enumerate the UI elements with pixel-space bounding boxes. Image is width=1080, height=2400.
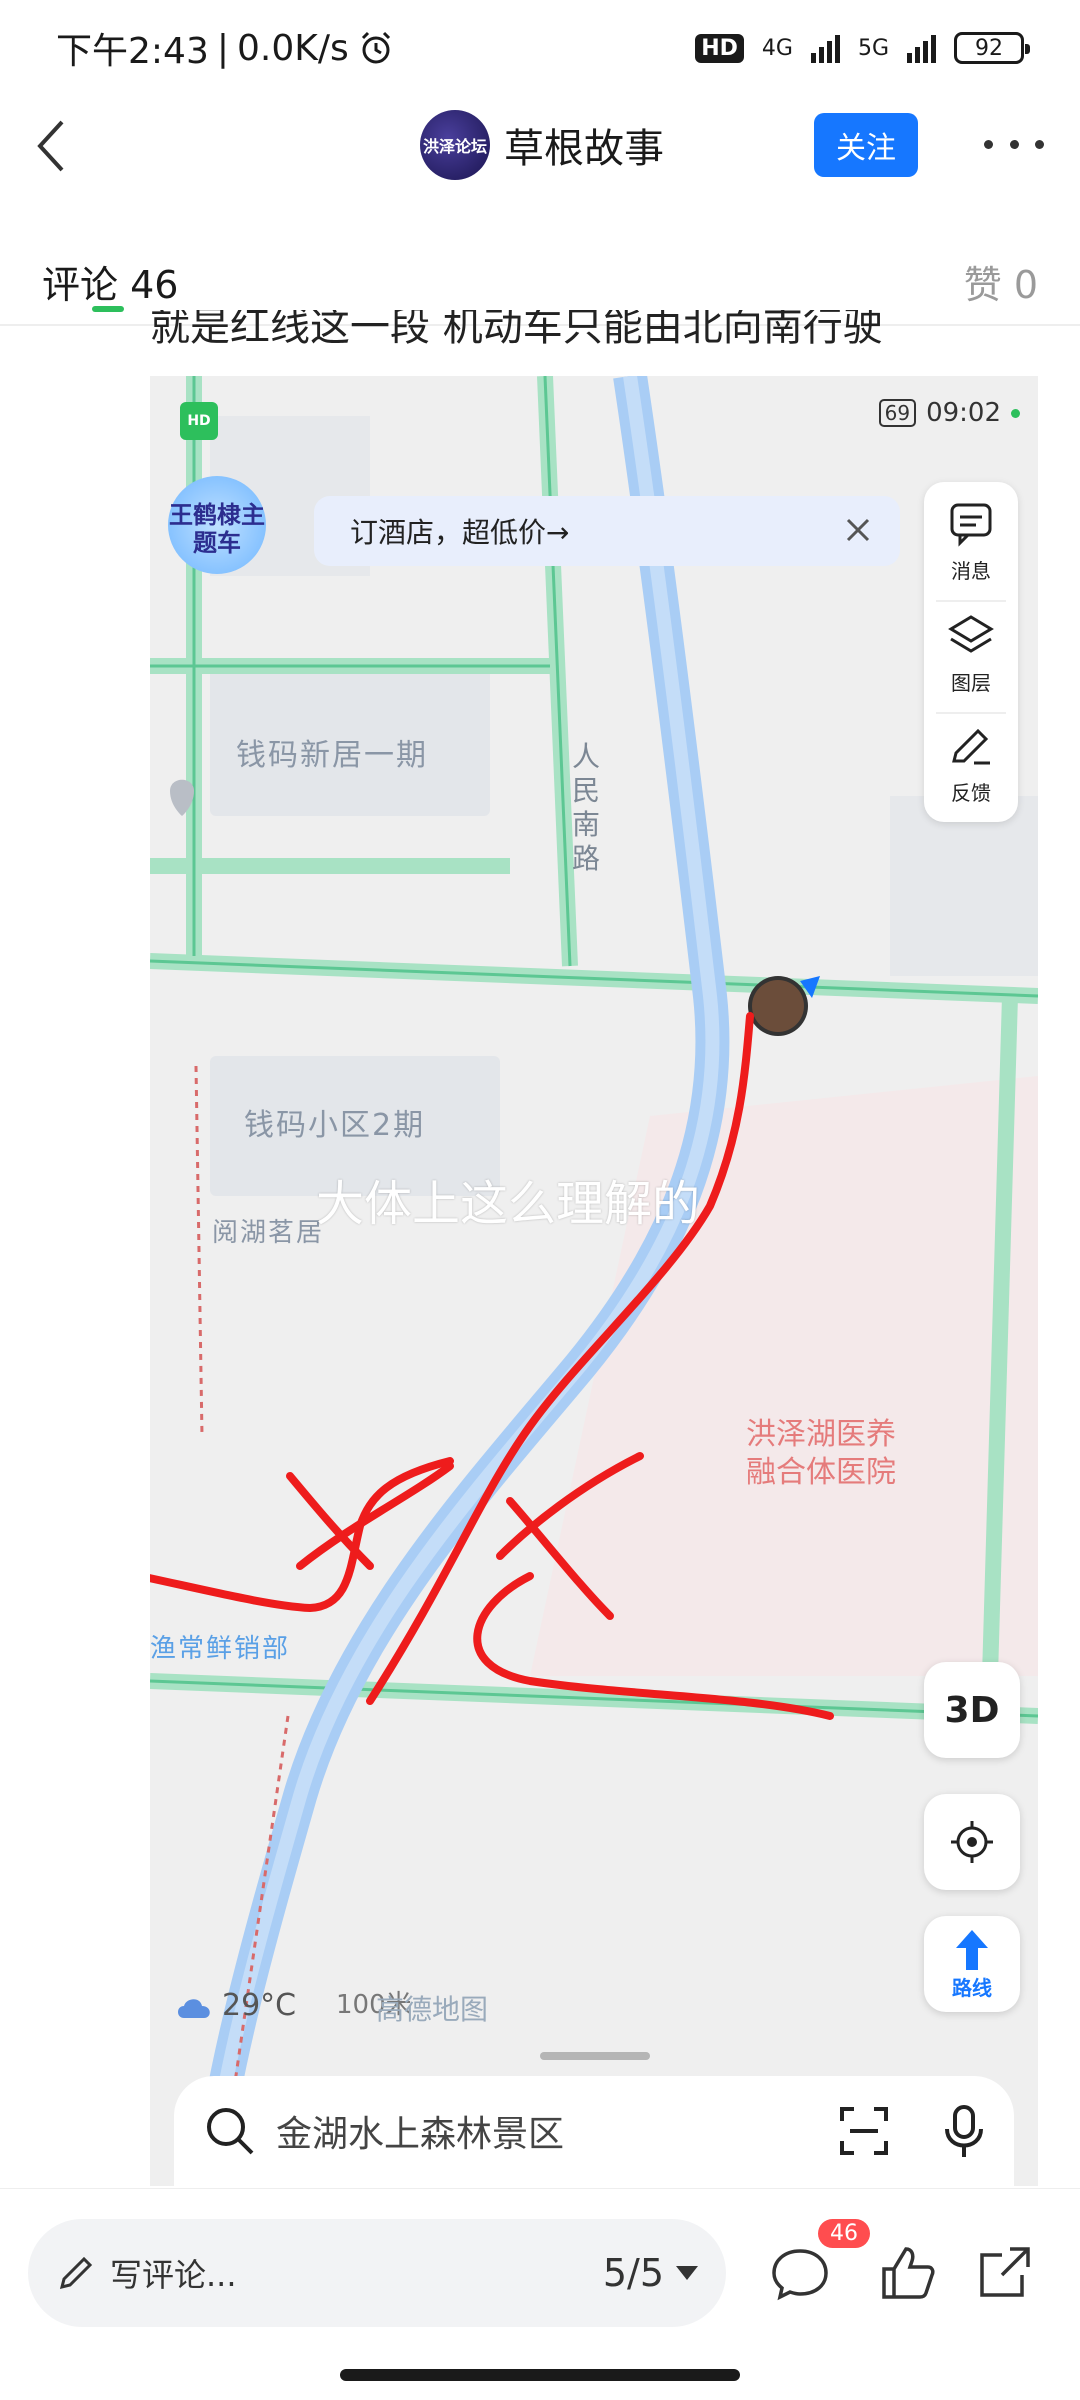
comment-icon[interactable] [768, 2241, 832, 2305]
hotel-ad-banner[interactable]: 订酒店，超低价→ [314, 496, 900, 566]
side-label-feedback: 反馈 [951, 780, 991, 805]
place-label: 钱码小区2期 [244, 1108, 426, 1143]
chevron-down-icon [676, 2266, 698, 2280]
status-divider: | [216, 27, 229, 69]
side-label-message: 消息 [951, 558, 991, 583]
map-battery: 69 [878, 399, 917, 427]
map-hd-icon: HD [180, 402, 218, 440]
map-brand: 高德地图 [376, 1993, 489, 2026]
chevron-left-icon [37, 120, 64, 172]
weather: 29°C [174, 1988, 296, 2023]
hospital-label-line2: 融合体医院 [746, 1455, 896, 1490]
green-dot-icon [1011, 408, 1020, 418]
map-base [150, 376, 1038, 2186]
follow-button[interactable]: 关注 [814, 113, 918, 177]
comment-input[interactable]: 写评论... 5/5 [28, 2219, 726, 2327]
tab-likes[interactable]: 赞 0 [964, 254, 1038, 309]
comment-placeholder: 写评论... [110, 2256, 237, 2294]
side-label-layers: 图层 [951, 670, 991, 695]
map-side-panel: 消息 图层 反馈 [924, 482, 1018, 822]
route-arrow-icon [956, 1929, 988, 1970]
map-search-bar[interactable]: 金湖水上森林景区 [174, 2076, 1014, 2186]
post-text: 就是红线这一段 机动车只能由北向南行驶 [150, 310, 883, 350]
place-label: 阅湖茗居 [212, 1218, 325, 1248]
map-status-bar: 69 09:02 [878, 398, 1020, 428]
signal-icon-2 [907, 33, 936, 63]
home-indicator[interactable] [340, 2369, 740, 2381]
status-bar: 下午2:43 | 0.0K/s HD 4G 5G 92 [0, 0, 1080, 96]
hospital-label: 洪泽湖医养 融合体医院 [746, 1416, 896, 1492]
cloud-icon [178, 1998, 210, 2018]
page-title: 草根故事 [504, 126, 664, 172]
search-icon [207, 2108, 254, 2155]
3d-button[interactable]: 3D [924, 1662, 1020, 1758]
net-label-4g: 4G [761, 35, 793, 61]
battery-icon: 92 [954, 32, 1030, 64]
signal-icon [810, 33, 840, 63]
image-pager[interactable]: 5/5 [603, 2251, 698, 2295]
side-btn-layers[interactable]: 图层 [924, 598, 1018, 708]
message-icon [950, 503, 992, 547]
side-btn-message[interactable]: 消息 [924, 486, 1018, 596]
header-center[interactable]: 洪泽论坛 草根故事 [420, 110, 664, 180]
status-right: HD 4G 5G 92 [695, 32, 1030, 64]
hd-badge: HD [695, 33, 744, 63]
map-search-actions [838, 2103, 986, 2159]
map-screenshot[interactable]: HD 69 09:02 王鹤棣主题车 订酒店，超低价→ 消息 图层 反馈 钱码新… [150, 376, 1038, 2186]
place-label: 钱码新居一期 [236, 738, 428, 773]
status-net-speed: 0.0K/s [236, 27, 349, 69]
scan-icon[interactable] [838, 2105, 890, 2157]
feedback-pen-icon [952, 728, 990, 764]
battery-level: 92 [975, 35, 1003, 61]
bottom-bar: 写评论... 5/5 46 [0, 2188, 1080, 2400]
close-icon[interactable] [838, 510, 878, 550]
locate-icon [951, 1821, 993, 1863]
map-search-text: 金湖水上森林景区 [276, 2114, 565, 2155]
alarm-icon [361, 31, 390, 64]
more-dots-icon[interactable] [984, 124, 1044, 164]
road-label: 人民南路 [572, 740, 601, 875]
microphone-icon[interactable] [942, 2103, 986, 2159]
pager-text: 5/5 [602, 2251, 664, 2295]
shop-label: 渔常鲜销部 [150, 1634, 291, 1664]
avatar-text: 洪泽论坛 [422, 137, 487, 156]
drawer-grabber[interactable] [540, 2052, 650, 2060]
avatar[interactable]: 洪泽论坛 [420, 110, 490, 180]
pen-icon [59, 2256, 93, 2290]
tab-comments[interactable]: 评论 46 [42, 254, 178, 309]
map-status-time: 09:02 [926, 398, 1001, 428]
share-icon[interactable] [972, 2241, 1036, 2305]
comment-count-badge: 46 [818, 2219, 870, 2248]
route-button[interactable]: 路线 [924, 1916, 1020, 2012]
route-label: 路线 [952, 1975, 992, 2000]
status-time: 下午2:43 [56, 31, 209, 72]
net-label-5g: 5G [857, 35, 889, 61]
locate-button[interactable] [924, 1794, 1020, 1890]
hospital-label-line1: 洪泽湖医养 [746, 1417, 896, 1452]
side-btn-feedback[interactable]: 反馈 [924, 708, 1018, 818]
layers-icon [948, 614, 994, 653]
tab-underline [92, 306, 124, 312]
ad-text: 订酒店，超低价→ [350, 516, 570, 549]
theme-car-logo[interactable]: 王鹤棣主题车 [168, 476, 266, 574]
back-button[interactable] [22, 116, 82, 176]
overlay-caption: 大体上这么理解的 [316, 1176, 701, 1232]
status-left: 下午2:43 | 0.0K/s [56, 22, 395, 74]
header: 洪泽论坛 草根故事 关注 [0, 96, 1080, 196]
like-icon[interactable] [876, 2241, 940, 2305]
weather-temp: 29°C [222, 1988, 297, 2023]
